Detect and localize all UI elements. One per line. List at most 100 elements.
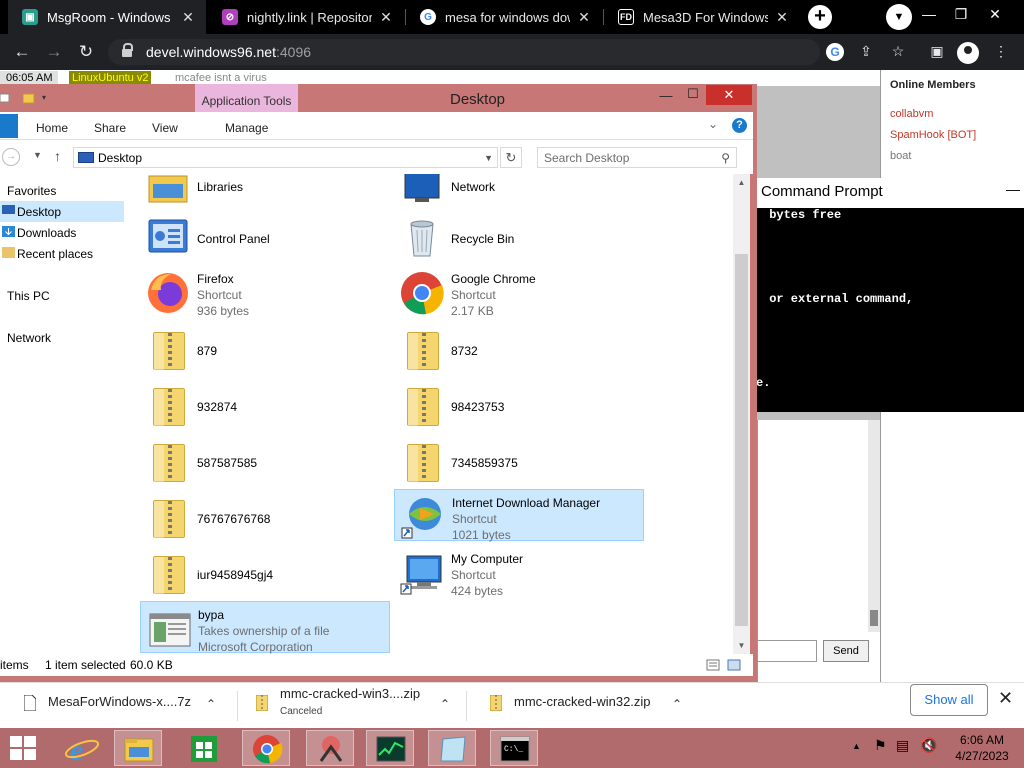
profile-avatar[interactable] — [957, 42, 979, 64]
share-icon[interactable]: ⇪ — [855, 43, 877, 60]
tab-google-search[interactable]: G mesa for windows downl ✕ — [406, 0, 602, 34]
file-item-recycle-bin[interactable]: Recycle Bin — [394, 210, 644, 262]
download-item[interactable]: mmc-cracked-win3....zip Canceled ⌃ — [256, 683, 464, 729]
up-icon[interactable]: ↑ — [54, 148, 61, 164]
nav-this-pc[interactable]: This PC — [0, 285, 124, 306]
search-box[interactable]: ⚲ — [537, 147, 737, 168]
tab-home[interactable]: Home — [36, 121, 68, 135]
notepad-taskbar-icon[interactable] — [428, 730, 476, 766]
url-input[interactable]: devel.windows96.net:4096 — [108, 39, 820, 65]
tab-view[interactable]: View — [152, 121, 178, 135]
scrollbar-thumb[interactable] — [735, 254, 748, 626]
start-button[interactable] — [10, 736, 38, 760]
view-toggle-buttons[interactable] — [706, 658, 742, 672]
command-prompt-window[interactable]: Command Prompt — bytes free or external … — [756, 178, 1024, 412]
back-button[interactable]: ← — [10, 42, 34, 62]
send-button[interactable]: Send — [823, 640, 869, 662]
member-item[interactable]: boat — [890, 150, 911, 162]
nav-desktop[interactable]: Desktop — [0, 201, 124, 222]
member-item[interactable]: SpamHook [BOT] — [890, 129, 976, 141]
volume-muted-icon[interactable]: 🔇 — [920, 737, 937, 754]
nav-downloads[interactable]: Downloads — [0, 222, 124, 243]
tab-share[interactable]: Share — [94, 121, 126, 135]
nav-favorites[interactable]: Favorites — [0, 180, 124, 201]
network-tray-icon[interactable]: ▤ — [896, 737, 909, 754]
file-explorer-window[interactable]: ▾ Application Tools Desktop — ☐ ✕ Home S… — [0, 84, 757, 682]
file-list-scrollbar[interactable]: ▲ ▼ — [733, 174, 750, 654]
reload-button[interactable]: ↻ — [74, 42, 98, 62]
file-item-google-chrome[interactable]: Google Chrome Shortcut 2.17 KB — [394, 266, 644, 318]
bookmark-star-icon[interactable]: ☆ — [887, 43, 909, 60]
restore-icon[interactable]: ❐ — [946, 6, 976, 23]
close-icon[interactable]: ✕ — [180, 9, 196, 26]
message-input[interactable] — [757, 640, 817, 662]
action-center-flag-icon[interactable]: ⚑ — [874, 737, 887, 754]
taskbar-clock[interactable]: 6:06 AM 4/27/2023 — [950, 732, 1014, 764]
tab-mesa3d[interactable]: FD Mesa3D For Windows - F ✕ — [604, 0, 800, 34]
path-segment[interactable]: Desktop — [98, 151, 142, 165]
explorer-titlebar[interactable]: ▾ Application Tools Desktop — ☐ ✕ — [0, 84, 757, 116]
help-icon[interactable]: ? — [732, 118, 747, 133]
file-item-libraries[interactable]: Libraries — [140, 174, 390, 210]
file-item-my-computer[interactable]: My Computer Shortcut 424 bytes — [394, 546, 644, 598]
close-button[interactable]: ✕ — [706, 85, 752, 105]
file-item-network[interactable]: Network — [394, 174, 644, 210]
expand-ribbon-icon[interactable]: ⌄ — [708, 117, 718, 131]
properties-icon[interactable] — [0, 93, 10, 103]
internet-explorer-taskbar-icon[interactable]: e — [58, 730, 106, 767]
file-item-zip[interactable]: 98423753 — [394, 378, 644, 430]
file-item-zip[interactable]: 7345859375 — [394, 434, 644, 486]
tab-file[interactable] — [0, 114, 18, 138]
scroll-down-icon[interactable]: ▼ — [733, 641, 750, 650]
tab-nightly-link[interactable]: ⊘ nightly.link | Repository U ✕ — [208, 0, 404, 34]
file-item-zip[interactable]: 879 — [140, 322, 390, 374]
tab-manage[interactable]: Manage — [225, 121, 268, 135]
google-lens-icon[interactable]: G — [826, 43, 844, 61]
new-folder-icon[interactable] — [23, 92, 35, 104]
lock-icon[interactable] — [122, 42, 133, 58]
command-prompt-titlebar[interactable]: Command Prompt — — [756, 178, 1024, 208]
file-item-zip[interactable]: 587587585 — [140, 434, 390, 486]
minimize-icon[interactable]: — — [1006, 181, 1020, 197]
file-item-zip[interactable]: 8732 — [394, 322, 644, 374]
close-icon[interactable]: ✕ — [998, 688, 1013, 709]
chevron-up-icon[interactable]: ⌃ — [672, 697, 682, 711]
download-item[interactable]: mmc-cracked-win32.zip ⌃ — [490, 683, 690, 729]
close-icon[interactable]: ✕ — [378, 9, 394, 26]
snipping-tool-taskbar-icon[interactable] — [306, 730, 354, 766]
minimize-icon[interactable]: — — [914, 6, 944, 22]
download-item[interactable]: MesaForWindows-x....7z ⌃ — [24, 683, 234, 729]
close-icon[interactable]: ✕ — [980, 6, 1010, 23]
chevron-up-icon[interactable]: ⌃ — [440, 697, 450, 711]
tab-msgroom[interactable]: ▣ MsgRoom - Windows 96 ✕ — [8, 0, 206, 34]
nav-network[interactable]: Network — [0, 327, 124, 348]
close-icon[interactable]: ✕ — [576, 9, 592, 26]
chrome-taskbar-icon[interactable] — [242, 730, 290, 766]
minimize-icon[interactable]: — — [658, 88, 674, 103]
maximize-icon[interactable]: ☐ — [685, 86, 701, 102]
store-taskbar-icon[interactable] — [180, 730, 228, 766]
sidebar-icon[interactable]: ▣ — [926, 43, 948, 60]
show-all-button[interactable]: Show all — [910, 684, 988, 716]
file-list[interactable]: Libraries Network Control Panel Recycle … — [130, 174, 733, 654]
member-item[interactable]: collabvm — [890, 108, 933, 120]
search-icon[interactable]: ⚲ — [721, 151, 730, 165]
nav-recent-places[interactable]: Recent places — [0, 243, 124, 264]
customize-qat-icon[interactable]: ▾ — [42, 93, 46, 102]
file-item-internet-download-manager[interactable]: Internet Download Manager Shortcut 1021 … — [394, 489, 644, 542]
tab-search-button[interactable]: ▼ — [886, 4, 912, 30]
file-item-control-panel[interactable]: Control Panel — [140, 210, 390, 262]
file-item-bypa[interactable]: bypa Takes ownership of a file Microsoft… — [140, 601, 390, 654]
refresh-button[interactable]: ↻ — [500, 147, 522, 168]
file-item-zip[interactable]: 932874 — [140, 378, 390, 430]
chat-scrollbar[interactable] — [868, 420, 880, 632]
command-prompt-taskbar-icon[interactable]: C:\_ — [490, 730, 538, 766]
back-icon[interactable]: → — [2, 148, 20, 166]
task-manager-taskbar-icon[interactable] — [366, 730, 414, 766]
chevron-up-icon[interactable]: ⌃ — [206, 697, 216, 711]
show-hidden-icons-icon[interactable]: ▲ — [852, 741, 861, 751]
address-path[interactable]: Desktop ▼ — [73, 147, 498, 168]
forward-button[interactable]: → — [42, 42, 66, 62]
scroll-up-icon[interactable]: ▲ — [733, 178, 750, 187]
file-explorer-taskbar-icon[interactable] — [114, 730, 162, 766]
